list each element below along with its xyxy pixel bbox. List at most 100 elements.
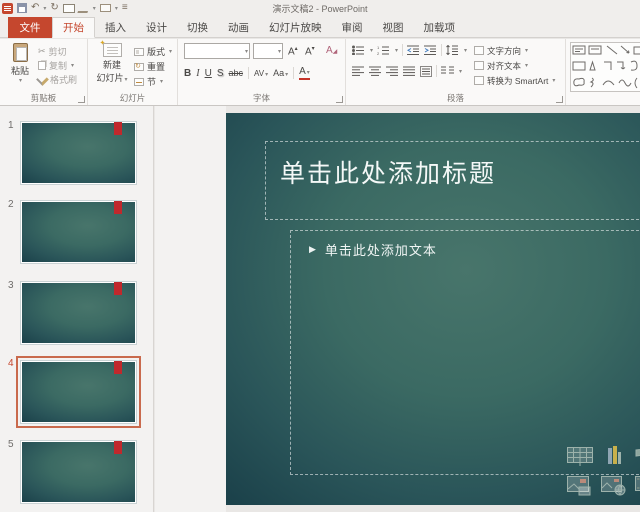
convert-smartart-dropdown-icon[interactable]: ▾ [552,77,555,84]
format-painter-icon [36,72,49,86]
reset-label: 重置 [147,62,166,72]
copy-label: 复制 [49,60,68,71]
paste-button[interactable]: 粘贴 ▾ [5,42,35,94]
font-name-dropdown-icon[interactable]: ▾ [245,48,248,55]
tab-addins[interactable]: 加载项 [414,17,466,38]
layout-dropdown-icon[interactable]: ▾ [169,48,172,55]
slide-thumbnail-4-selected[interactable] [16,356,141,428]
ribbon-tab-bar: 文件 开始 插入 设计 切换 动画 幻灯片放映 审阅 视图 加载项 [0,16,640,38]
tab-design[interactable]: 设计 [136,17,177,38]
align-center-icon[interactable] [369,66,382,76]
clear-formatting-button[interactable]: A◢ [326,45,337,56]
reset-icon [134,62,144,71]
bookmark-ribbon-icon [114,201,122,214]
align-right-icon[interactable] [386,66,399,76]
format-painter-button[interactable]: 格式刷 [36,72,78,86]
tab-review[interactable]: 审阅 [332,17,373,38]
font-dialog-launcher-icon[interactable] [336,96,343,103]
slide-thumbnail-5[interactable] [20,440,137,504]
tab-slideshow[interactable]: 幻灯片放映 [259,17,332,38]
slide-thumbnail-3[interactable] [20,281,137,345]
online-pictures-icon[interactable] [601,476,627,496]
tab-view[interactable]: 视图 [373,17,414,38]
insert-chart-icon[interactable] [606,446,622,466]
section-icon [134,77,144,86]
shapes-gallery[interactable] [570,42,640,92]
justify-icon[interactable] [403,66,416,76]
font-name-combobox[interactable]: ▾ [184,43,250,59]
ribbon: 粘贴 ▾ ✂ 剪切 复制 ▾ 格式刷 剪贴板 ✦ 新建 幻灯片▾ 版式 ▾ ↻ … [0,39,640,106]
increase-indent-icon[interactable] [424,45,437,55]
layout-label: 版式 [147,47,166,57]
paste-clipboard-icon [12,43,28,62]
bold-button[interactable]: B [184,68,191,79]
slide-number-3: 3 [8,280,14,291]
change-case-button[interactable]: Aa▾ [273,68,288,78]
paste-label: 粘贴 [10,66,29,76]
convert-smartart-button[interactable]: 转换为 SmartArt ▾ [474,73,555,88]
group-paragraph: ▾ 12 ▾ ▾ ▾ 文字方向 ▾ 对齐文本 ▾ 转换为 SmartArt ▾ … [346,39,566,105]
bullets-dropdown-icon[interactable]: ▾ [370,47,373,54]
align-left-icon[interactable] [352,66,365,76]
slide-thumbnail-1[interactable] [20,121,137,185]
tab-home[interactable]: 开始 [52,17,95,38]
format-painter-label: 格式刷 [50,74,78,85]
cut-button[interactable]: ✂ 剪切 [38,44,77,58]
new-slide-button[interactable]: 新建 幻灯片▾ [94,39,130,94]
paragraph-dialog-launcher-icon[interactable] [556,96,563,103]
tab-transitions[interactable]: 切换 [177,17,218,38]
svg-text:2: 2 [377,51,380,55]
tab-insert[interactable]: 插入 [95,17,136,38]
columns-icon[interactable] [441,66,454,76]
layout-button[interactable]: 版式 ▾ [134,44,172,59]
decrease-indent-icon[interactable] [407,45,420,55]
slide-number-1: 1 [8,120,14,131]
align-text-button[interactable]: 对齐文本 ▾ [474,58,555,73]
font-size-combobox[interactable]: ▾ [253,43,283,59]
font-color-button[interactable]: A▾ [299,66,310,80]
line-spacing-icon[interactable] [446,45,459,55]
clipboard-group-label: 剪贴板 [30,93,57,103]
underline-button[interactable]: U [205,68,212,79]
paste-dropdown-icon[interactable]: ▾ [6,77,35,84]
columns-dropdown-icon[interactable]: ▾ [459,68,462,75]
group-font: ▾ ▾ A▴ A▾ A◢ B I U S abc AV▾ Aa▾ A▾ 字体 [178,39,346,105]
bullets-icon[interactable] [352,45,365,55]
copy-dropdown-icon[interactable]: ▾ [71,62,74,69]
italic-button[interactable]: I [196,68,199,79]
text-shadow-button[interactable]: S [217,68,224,79]
numbering-dropdown-icon[interactable]: ▾ [395,47,398,54]
distribute-text-icon[interactable] [420,65,432,77]
copy-button[interactable]: 复制 ▾ [38,58,77,72]
line-spacing-dropdown-icon[interactable]: ▾ [464,47,467,54]
insert-smartart-icon[interactable] [635,447,640,466]
shrink-font-button[interactable]: A▾ [305,45,315,57]
panel-gutter [155,106,226,512]
align-text-dropdown-icon[interactable]: ▾ [525,62,528,69]
reset-button[interactable]: 重置 [134,59,172,74]
text-direction-icon [474,46,484,55]
insert-table-icon[interactable] [567,446,593,466]
content-placeholder[interactable]: ▶ 单击此处添加文本 [290,230,640,496]
font-size-dropdown-icon[interactable]: ▾ [278,48,281,55]
slide-thumbnail-2[interactable] [20,200,137,264]
text-direction-button[interactable]: 文字方向 ▾ [474,43,555,58]
insert-picture-icon[interactable] [567,476,593,496]
new-slide-label-1: 新建 [102,60,121,70]
grow-font-button[interactable]: A▴ [288,45,298,57]
insert-video-icon[interactable] [635,476,640,496]
clipboard-dialog-launcher-icon[interactable] [78,96,85,103]
section-button[interactable]: 节 ▾ [134,74,172,89]
section-dropdown-icon[interactable]: ▾ [160,78,163,85]
slide-thumbnail-panel[interactable]: 1 2 3 4 5 [0,106,154,512]
slide-number-5: 5 [8,439,14,450]
shape-icons [572,45,640,89]
title-placeholder[interactable]: 单击此处添加标题 [265,141,640,220]
slide-canvas[interactable]: 单击此处添加标题 ▶ 单击此处添加文本 [226,113,640,505]
text-direction-dropdown-icon[interactable]: ▾ [525,47,528,54]
numbering-icon[interactable]: 12 [377,45,390,55]
strikethrough-button[interactable]: abc [228,68,243,78]
character-spacing-button[interactable]: AV▾ [254,69,268,78]
tab-file[interactable]: 文件 [8,17,52,38]
tab-animations[interactable]: 动画 [218,17,259,38]
